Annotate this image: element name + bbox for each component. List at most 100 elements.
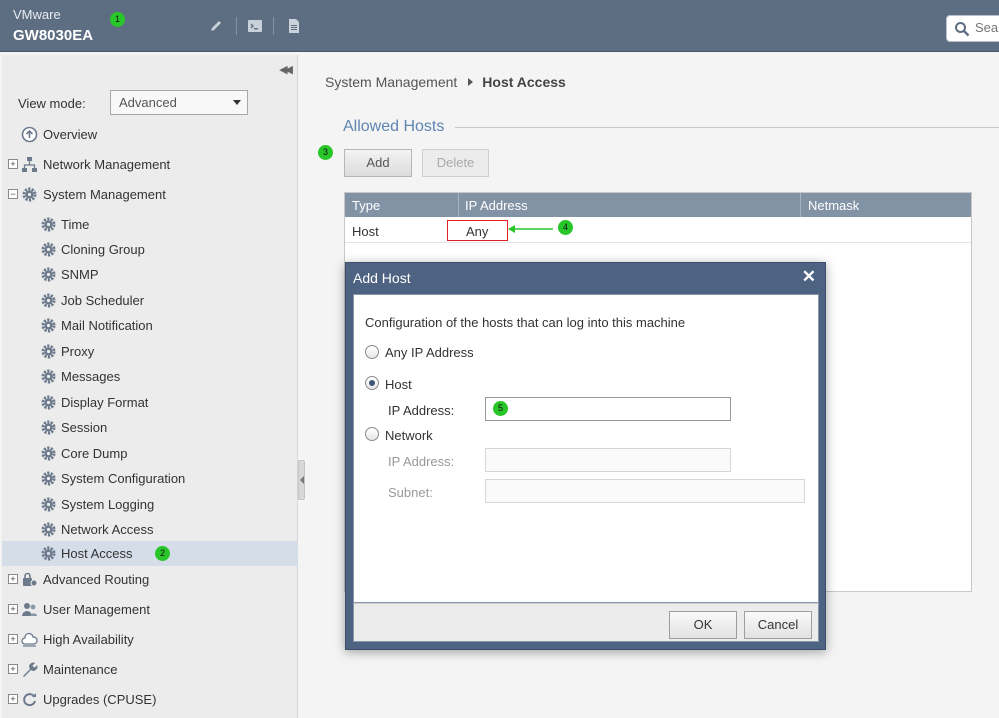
routing-icon <box>23 572 38 587</box>
network-icon <box>22 157 37 172</box>
cancel-button[interactable]: Cancel <box>744 611 812 639</box>
subnet-input[interactable] <box>485 479 805 503</box>
collapse-arrow-icon <box>300 476 304 484</box>
ok-button[interactable]: OK <box>669 611 737 639</box>
search-input[interactable] <box>975 20 999 35</box>
gear-icon <box>41 293 56 308</box>
expand-icon[interactable]: + <box>8 634 18 644</box>
collapse-sidebar-icon[interactable]: ◀◀ <box>279 63 293 76</box>
nav-session[interactable]: Session <box>2 415 298 440</box>
expand-icon[interactable]: + <box>8 574 18 584</box>
hostname: GW8030EA <box>13 27 94 44</box>
nav-mail-notification[interactable]: Mail Notification <box>2 313 298 338</box>
pencil-icon[interactable] <box>208 18 224 34</box>
gear-icon <box>41 497 56 512</box>
nav-core-dump[interactable]: Core Dump <box>2 441 298 466</box>
terminal-icon[interactable] <box>247 18 263 34</box>
nav-system-configuration[interactable]: System Configuration <box>2 466 298 491</box>
radio-any-ip-label[interactable]: Any IP Address <box>385 345 474 360</box>
search-box[interactable] <box>946 15 999 42</box>
radio-host[interactable] <box>365 376 379 390</box>
nav-high-availability[interactable]: + High Availability <box>2 627 298 652</box>
dialog-body: Configuration of the hosts that can log … <box>353 294 819 603</box>
network-ip-input[interactable] <box>485 448 731 472</box>
column-ip-address[interactable]: IP Address <box>465 198 528 213</box>
annotation-badge-4: 4 <box>558 220 573 235</box>
document-icon[interactable] <box>286 18 302 34</box>
gear-icon <box>41 420 56 435</box>
nav-user-management[interactable]: + User Management <box>2 597 298 622</box>
expand-icon[interactable]: + <box>8 694 18 704</box>
users-icon <box>22 603 37 616</box>
top-header: VMware GW8030EA 1 <box>0 0 999 52</box>
table-row[interactable]: Host Any <box>345 217 971 243</box>
column-divider <box>800 193 801 217</box>
radio-host-label[interactable]: Host <box>385 377 412 392</box>
view-mode-select[interactable]: Advanced <box>110 90 248 115</box>
close-icon[interactable]: ✕ <box>802 267 816 287</box>
delete-button[interactable]: Delete <box>422 149 489 177</box>
cloud-icon <box>21 632 38 647</box>
nav-maintenance[interactable]: + Maintenance <box>2 657 298 682</box>
host-ip-label: IP Address: <box>388 403 455 418</box>
nav-label: Network Management <box>43 157 171 172</box>
column-netmask[interactable]: Netmask <box>808 198 859 213</box>
nav-system-logging[interactable]: System Logging <box>2 492 298 517</box>
nav-display-format[interactable]: Display Format <box>2 390 298 415</box>
nav-overview[interactable]: Overview <box>2 122 298 147</box>
table-header: Type IP Address Netmask <box>345 193 971 217</box>
add-host-dialog: Add Host ✕ Configuration of the hosts th… <box>345 262 826 650</box>
expand-icon[interactable]: + <box>8 159 18 169</box>
nav-network-access[interactable]: Network Access <box>2 517 298 542</box>
host-ip-input[interactable] <box>485 397 731 421</box>
section-divider <box>455 127 999 128</box>
add-button[interactable]: Add <box>344 149 412 177</box>
highlight-box <box>447 220 508 241</box>
nav-label: Display Format <box>61 395 149 410</box>
nav-label: High Availability <box>43 632 134 647</box>
gear-icon <box>41 471 56 486</box>
nav-upgrades[interactable]: + Upgrades (CPUSE) <box>2 687 298 712</box>
chevron-down-icon <box>233 100 241 105</box>
annotation-arrow-icon <box>508 225 553 233</box>
nav-host-access[interactable]: Host Access 2 <box>2 541 298 566</box>
annotation-badge-3: 3 <box>318 145 333 160</box>
nav-label: Core Dump <box>61 446 128 461</box>
dialog-title: Add Host <box>353 270 411 286</box>
cell-type: Host <box>352 224 379 239</box>
nav-label: Cloning Group <box>61 242 145 257</box>
nav-label: Maintenance <box>43 662 118 677</box>
nav-advanced-routing[interactable]: + Advanced Routing <box>2 567 298 592</box>
annotation-badge-5: 5 <box>493 401 508 416</box>
wrench-icon <box>23 662 38 677</box>
gear-icon <box>41 267 56 282</box>
overview-icon <box>21 126 38 143</box>
nav-time[interactable]: Time <box>2 212 298 237</box>
nav-cloning-group[interactable]: Cloning Group <box>2 237 298 262</box>
breadcrumb-parent[interactable]: System Management <box>325 74 457 90</box>
gear-icon <box>22 187 37 202</box>
nav-label: System Logging <box>61 497 155 512</box>
nav-messages[interactable]: Messages <box>2 364 298 389</box>
column-type[interactable]: Type <box>352 198 380 213</box>
nav-label: Mail Notification <box>61 318 153 333</box>
sidebar-splitter[interactable] <box>298 460 305 500</box>
nav-snmp[interactable]: SNMP <box>2 262 298 287</box>
gear-icon <box>41 446 56 461</box>
breadcrumb-current: Host Access <box>482 74 566 90</box>
search-icon <box>955 22 970 37</box>
radio-network[interactable] <box>365 427 379 441</box>
nav-network-management[interactable]: + Network Management <box>2 152 298 177</box>
nav-system-management[interactable]: − System Management <box>2 182 298 207</box>
expand-icon[interactable]: + <box>8 604 18 614</box>
toolbar-separator <box>236 17 237 35</box>
radio-network-label[interactable]: Network <box>385 428 433 443</box>
gear-icon <box>41 318 56 333</box>
nav-label: Proxy <box>61 344 95 359</box>
radio-any-ip[interactable] <box>365 345 379 359</box>
nav-label: System Configuration <box>61 471 186 486</box>
nav-proxy[interactable]: Proxy <box>2 339 298 364</box>
nav-job-scheduler[interactable]: Job Scheduler <box>2 288 298 313</box>
collapse-icon[interactable]: − <box>8 189 18 199</box>
expand-icon[interactable]: + <box>8 664 18 674</box>
